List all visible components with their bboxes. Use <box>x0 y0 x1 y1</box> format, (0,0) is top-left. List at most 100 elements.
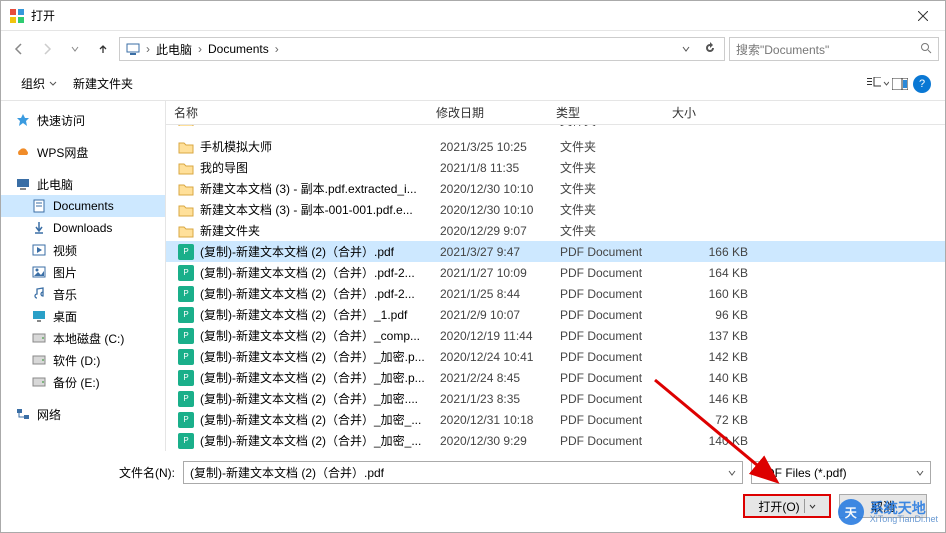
column-headers: 名称 修改日期 类型 大小 <box>166 101 945 125</box>
sidebar-item[interactable]: 此电脑 <box>1 173 165 195</box>
file-date: 2021/2/24 8:45 <box>440 371 560 385</box>
app-icon <box>9 8 25 24</box>
file-type: PDF Document <box>560 287 676 301</box>
toolbar: 组织 新建文件夹 ? <box>1 67 945 101</box>
down-icon <box>31 220 47 236</box>
close-button[interactable] <box>900 1 945 31</box>
sidebar-item[interactable]: 网络 <box>1 403 165 425</box>
file-row[interactable]: P(复制)-新建文本文档 (2)（合并）_加密_...2020/12/30 9:… <box>166 430 945 451</box>
open-button[interactable]: 打开(O) <box>743 494 831 518</box>
file-date: 2020/12/30 9:29 <box>440 434 560 448</box>
file-row[interactable]: P(复制)-新建文本文档 (2)（合并）_comp...2020/12/19 1… <box>166 325 945 346</box>
pc-icon <box>122 42 144 56</box>
sidebar-item[interactable]: 本地磁盘 (C:) <box>1 327 165 349</box>
file-size: 166 KB <box>676 245 756 259</box>
file-name: (复制)-新建文本文档 (2)（合并）_comp... <box>200 327 440 344</box>
drive-icon <box>31 352 47 368</box>
file-row[interactable]: P(复制)-新建文本文档 (2)（合并）.pdf-2...2021/1/25 8… <box>166 283 945 304</box>
drive-icon <box>31 374 47 390</box>
file-name: 手机模拟大师 <box>200 138 440 155</box>
view-options-button[interactable] <box>867 73 889 95</box>
help-button[interactable]: ? <box>911 73 933 95</box>
forward-button[interactable] <box>35 37 59 61</box>
file-date: 2020/12/31 10:18 <box>440 413 560 427</box>
pdf-icon: P <box>178 265 194 281</box>
column-type[interactable]: 类型 <box>548 104 664 121</box>
folder-icon <box>178 202 194 218</box>
file-name: (复制)-新建文本文档 (2)（合并）.pdf-2... <box>200 285 440 302</box>
new-folder-button[interactable]: 新建文件夹 <box>65 71 141 96</box>
organize-menu[interactable]: 组织 <box>13 71 65 96</box>
file-row[interactable]: P(复制)-新建文本文档 (2)（合并）_加密....2021/1/23 8:3… <box>166 388 945 409</box>
sidebar-item[interactable]: 桌面 <box>1 305 165 327</box>
sidebar-item[interactable]: 音乐 <box>1 283 165 305</box>
sidebar-item[interactable]: 软件 (D:) <box>1 349 165 371</box>
sidebar-item-label: 软件 (D:) <box>53 352 100 369</box>
search-placeholder: 搜索"Documents" <box>736 41 829 58</box>
back-button[interactable] <box>7 37 31 61</box>
folder-icon <box>178 181 194 197</box>
file-type: PDF Document <box>560 329 676 343</box>
file-row[interactable]: 我的导图2021/1/8 11:35文件夹 <box>166 157 945 178</box>
file-date: 2021/3/25 10:25 <box>440 140 560 154</box>
sidebar-item[interactable]: WPS网盘 <box>1 141 165 163</box>
chevron-right-icon: › <box>146 42 150 56</box>
filename-input[interactable]: (复制)-新建文本文档 (2)（合并）.pdf <box>183 461 743 484</box>
sidebar-item-label: 此电脑 <box>37 176 73 193</box>
file-row[interactable]: 新建文本文档 (3) - 副本-001-001.pdf.e...2020/12/… <box>166 199 945 220</box>
up-button[interactable] <box>91 37 115 61</box>
cancel-button[interactable]: 取消 <box>839 494 927 518</box>
file-size: 72 KB <box>676 413 756 427</box>
bottom-bar: 文件名(N): (复制)-新建文本文档 (2)（合并）.pdf PDF File… <box>1 451 945 532</box>
chevron-right-icon: › <box>198 42 202 56</box>
file-date: 2020/12/29 9:07 <box>440 224 560 238</box>
file-date: 2021/1/27 10:09 <box>440 266 560 280</box>
file-type: PDF Document <box>560 413 676 427</box>
file-date: 2021/3/23 9:47 <box>440 125 560 126</box>
preview-pane-button[interactable] <box>889 73 911 95</box>
file-type: PDF Document <box>560 266 676 280</box>
pdf-icon: P <box>178 349 194 365</box>
path-dropdown[interactable] <box>676 42 696 56</box>
sidebar-item[interactable]: 快速访问 <box>1 109 165 131</box>
filter-select[interactable]: PDF Files (*.pdf) <box>751 461 931 484</box>
file-row[interactable]: P(复制)-新建文本文档 (2)（合并）.pdf-2...2021/1/27 1… <box>166 262 945 283</box>
sidebar-item[interactable]: Documents <box>1 195 165 217</box>
path-segment[interactable]: 此电脑 <box>152 41 196 58</box>
file-row[interactable]: 新建文件夹2020/12/29 9:07文件夹 <box>166 220 945 241</box>
recent-dropdown[interactable] <box>63 37 87 61</box>
column-date[interactable]: 修改日期 <box>428 104 548 121</box>
file-date: 2021/1/23 8:35 <box>440 392 560 406</box>
file-row[interactable]: 手机模拟大师2021/3/25 10:25文件夹 <box>166 136 945 157</box>
file-row[interactable]: P(复制)-新建文本文档 (2)（合并）_加密.p...2020/12/24 1… <box>166 346 945 367</box>
dialog-title: 打开 <box>31 7 900 24</box>
path-segment[interactable]: Documents <box>204 42 273 56</box>
sidebar-item[interactable]: 备份 (E:) <box>1 371 165 393</box>
sidebar-item[interactable]: 图片 <box>1 261 165 283</box>
file-row[interactable]: 新建文本文档 (3) - 副本.pdf.extracted_i...2020/1… <box>166 178 945 199</box>
doc-icon <box>31 198 47 214</box>
file-row[interactable]: P(复制)-新建文本文档 (2)（合并）_1.pdf2021/2/9 10:07… <box>166 304 945 325</box>
column-name[interactable]: 名称 <box>166 104 428 121</box>
file-date: 2021/1/25 8:44 <box>440 287 560 301</box>
sidebar-item[interactable]: Downloads <box>1 217 165 239</box>
sidebar-item[interactable]: 视频 <box>1 239 165 261</box>
file-name: (复制)-新建文本文档 (2)（合并）_1.pdf <box>200 306 440 323</box>
sidebar-item-label: 音乐 <box>53 286 77 303</box>
refresh-button[interactable] <box>698 42 722 57</box>
file-list[interactable]: ZZDJ2021/3/23 9:47文件夹手机模拟大师2021/3/25 10:… <box>166 125 945 451</box>
file-size: 140 KB <box>676 371 756 385</box>
file-row[interactable]: P(复制)-新建文本文档 (2)（合并）.pdf2021/3/27 9:47PD… <box>166 241 945 262</box>
pdf-icon: P <box>178 244 194 260</box>
file-type: 文件夹 <box>560 180 676 197</box>
file-type: PDF Document <box>560 371 676 385</box>
pic-icon <box>31 264 47 280</box>
file-row[interactable]: ZZDJ2021/3/23 9:47文件夹 <box>166 125 945 126</box>
path-box[interactable]: › 此电脑 › Documents › <box>119 37 725 61</box>
file-row[interactable]: P(复制)-新建文本文档 (2)（合并）_加密.p...2021/2/24 8:… <box>166 367 945 388</box>
sidebar: 快速访问 WPS网盘此电脑 DocumentsDownloads视频图片音乐桌面本地… <box>1 101 166 451</box>
search-input[interactable]: 搜索"Documents" <box>729 37 939 61</box>
file-row[interactable]: P(复制)-新建文本文档 (2)（合并）_加密_...2020/12/31 10… <box>166 409 945 430</box>
titlebar: 打开 <box>1 1 945 31</box>
column-size[interactable]: 大小 <box>664 104 744 121</box>
